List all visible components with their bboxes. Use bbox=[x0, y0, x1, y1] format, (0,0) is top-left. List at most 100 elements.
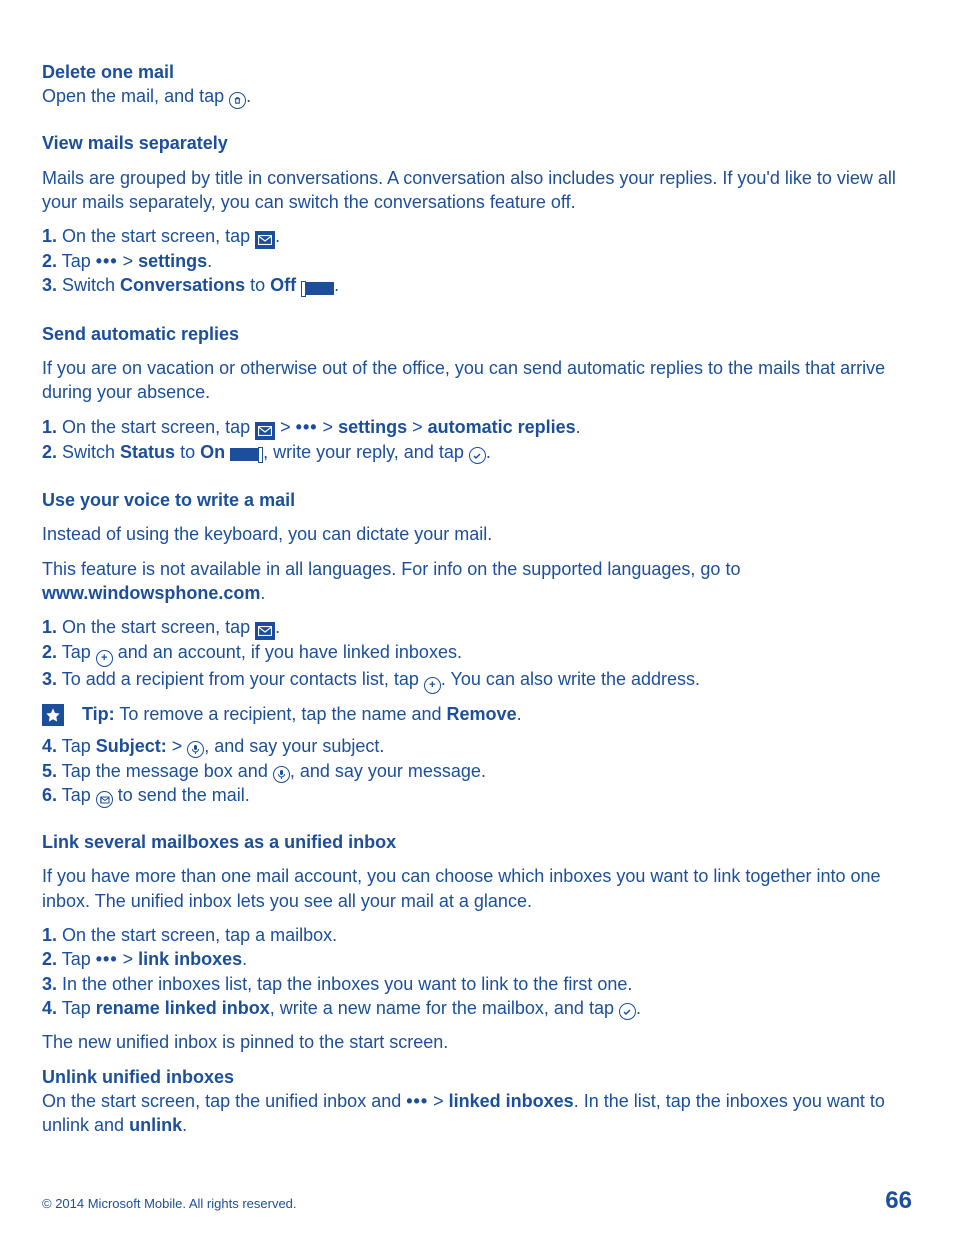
list-item: 2. Tap + and an account, if you have lin… bbox=[42, 640, 912, 667]
text: . bbox=[260, 583, 265, 603]
body-text: On the start screen, tap the unified inb… bbox=[42, 1089, 912, 1138]
send-mail-circle-icon bbox=[96, 791, 113, 808]
heading-delete-one-mail: Delete one mail bbox=[42, 60, 912, 84]
text: to send the mail. bbox=[113, 785, 250, 805]
body-text: This feature is not available in all lan… bbox=[42, 557, 912, 606]
text: Tap bbox=[57, 785, 96, 805]
text: To add a recipient from your contacts li… bbox=[57, 669, 424, 689]
step-number: 5. bbox=[42, 761, 57, 781]
step-number: 1. bbox=[42, 226, 57, 246]
step-number: 2. bbox=[42, 949, 57, 969]
text: , and say your message. bbox=[290, 761, 486, 781]
bold-text: Conversations bbox=[120, 275, 245, 295]
list-item: 1. On the start screen, tap a mailbox. bbox=[42, 923, 912, 947]
list-item: 1. On the start screen, tap . bbox=[42, 224, 912, 249]
text: > bbox=[275, 417, 296, 437]
list-item: 3. In the other inboxes list, tap the in… bbox=[42, 972, 912, 996]
bold-text: unlink bbox=[129, 1115, 182, 1135]
text: Switch bbox=[57, 275, 120, 295]
text: , write a new name for the mailbox, and … bbox=[270, 998, 619, 1018]
text: On the start screen, tap bbox=[57, 617, 255, 637]
text: . bbox=[486, 442, 491, 462]
step-number: 2. bbox=[42, 251, 57, 271]
text: . bbox=[182, 1115, 187, 1135]
text: to bbox=[245, 275, 270, 295]
section-link-mailboxes: Link several mailboxes as a unified inbo… bbox=[42, 830, 912, 1055]
text: To remove a recipient, tap the name and bbox=[115, 704, 447, 724]
step-number: 3. bbox=[42, 974, 57, 994]
text: and an account, if you have linked inbox… bbox=[113, 642, 462, 662]
mail-tile-icon bbox=[255, 231, 275, 249]
tip-callout: Tip: To remove a recipient, tap the name… bbox=[42, 702, 912, 726]
list-item: 1. On the start screen, tap > ••• > sett… bbox=[42, 415, 912, 440]
text: Switch bbox=[57, 442, 120, 462]
heading-view-mails-separately: View mails separately bbox=[42, 131, 912, 155]
page-footer: © 2014 Microsoft Mobile. All rights rese… bbox=[42, 1185, 912, 1217]
text: , write your reply, and tap bbox=[263, 442, 469, 462]
step-number: 2. bbox=[42, 642, 57, 662]
text: On the start screen, tap bbox=[57, 226, 255, 246]
bold-text: settings bbox=[138, 251, 207, 271]
text: . bbox=[275, 617, 280, 637]
list-item: 2. Tap ••• > settings. bbox=[42, 249, 912, 273]
check-circle-icon bbox=[469, 447, 486, 464]
list-item: 2. Tap ••• > link inboxes. bbox=[42, 947, 912, 971]
step-list: 1. On the start screen, tap > ••• > sett… bbox=[42, 415, 912, 466]
text: . bbox=[242, 949, 247, 969]
body-text: If you have more than one mail account, … bbox=[42, 864, 912, 913]
text: Tap bbox=[57, 642, 96, 662]
copyright-text: © 2014 Microsoft Mobile. All rights rese… bbox=[42, 1195, 297, 1213]
text: > bbox=[428, 1091, 449, 1111]
text: Tap bbox=[57, 949, 96, 969]
link-windowsphone[interactable]: www.windowsphone.com bbox=[42, 583, 260, 603]
text: Tap bbox=[57, 251, 96, 271]
text: On the start screen, tap a mailbox. bbox=[57, 925, 337, 945]
list-item: 4. Tap Subject: > , and say your subject… bbox=[42, 734, 912, 758]
text: > bbox=[118, 251, 139, 271]
step-number: 1. bbox=[42, 925, 57, 945]
bold-text: automatic replies bbox=[428, 417, 576, 437]
list-item: 3. Switch Conversations to Off . bbox=[42, 273, 912, 299]
body-text: The new unified inbox is pinned to the s… bbox=[42, 1030, 912, 1054]
section-unlink-inboxes: Unlink unified inboxes On the start scre… bbox=[42, 1065, 912, 1138]
step-number: 1. bbox=[42, 417, 57, 437]
bold-text: On bbox=[200, 442, 225, 462]
bold-text: settings bbox=[338, 417, 407, 437]
body-text: If you are on vacation or otherwise out … bbox=[42, 356, 912, 405]
step-number: 3. bbox=[42, 275, 57, 295]
step-number: 2. bbox=[42, 442, 57, 462]
text: > bbox=[118, 949, 139, 969]
section-use-voice: Use your voice to write a mail Instead o… bbox=[42, 488, 912, 808]
text: . bbox=[636, 998, 641, 1018]
text: On the start screen, tap bbox=[57, 417, 255, 437]
toggle-off-icon bbox=[301, 275, 334, 299]
text: Tap bbox=[57, 998, 96, 1018]
text: to bbox=[175, 442, 200, 462]
text: > bbox=[318, 417, 339, 437]
text: On the start screen, tap the unified inb… bbox=[42, 1091, 406, 1111]
step-list: 4. Tap Subject: > , and say your subject… bbox=[42, 734, 912, 808]
text: . You can also write the address. bbox=[441, 669, 700, 689]
more-dots-icon: ••• bbox=[96, 251, 118, 271]
list-item: 5. Tap the message box and , and say you… bbox=[42, 759, 912, 783]
page-number: 66 bbox=[885, 1185, 912, 1217]
text: > bbox=[407, 417, 428, 437]
mail-tile-icon bbox=[255, 622, 275, 640]
step-number: 6. bbox=[42, 785, 57, 805]
plus-circle-icon: + bbox=[424, 677, 441, 694]
list-item: 4. Tap rename linked inbox, write a new … bbox=[42, 996, 912, 1021]
check-circle-icon bbox=[619, 1003, 636, 1020]
list-item: 6. Tap to send the mail. bbox=[42, 783, 912, 808]
text: In the other inboxes list, tap the inbox… bbox=[57, 974, 632, 994]
text: Open the mail, and tap bbox=[42, 86, 229, 106]
text: . bbox=[517, 704, 522, 724]
text: . bbox=[207, 251, 212, 271]
text: . bbox=[334, 275, 339, 295]
bold-text: link inboxes bbox=[138, 949, 242, 969]
step-number: 1. bbox=[42, 617, 57, 637]
body-text: Instead of using the keyboard, you can d… bbox=[42, 522, 912, 546]
tip-text: Tip: To remove a recipient, tap the name… bbox=[82, 702, 522, 726]
list-item: 1. On the start screen, tap . bbox=[42, 615, 912, 640]
plus-circle-icon: + bbox=[96, 650, 113, 667]
section-view-mails-separately: View mails separately Mails are grouped … bbox=[42, 131, 912, 299]
